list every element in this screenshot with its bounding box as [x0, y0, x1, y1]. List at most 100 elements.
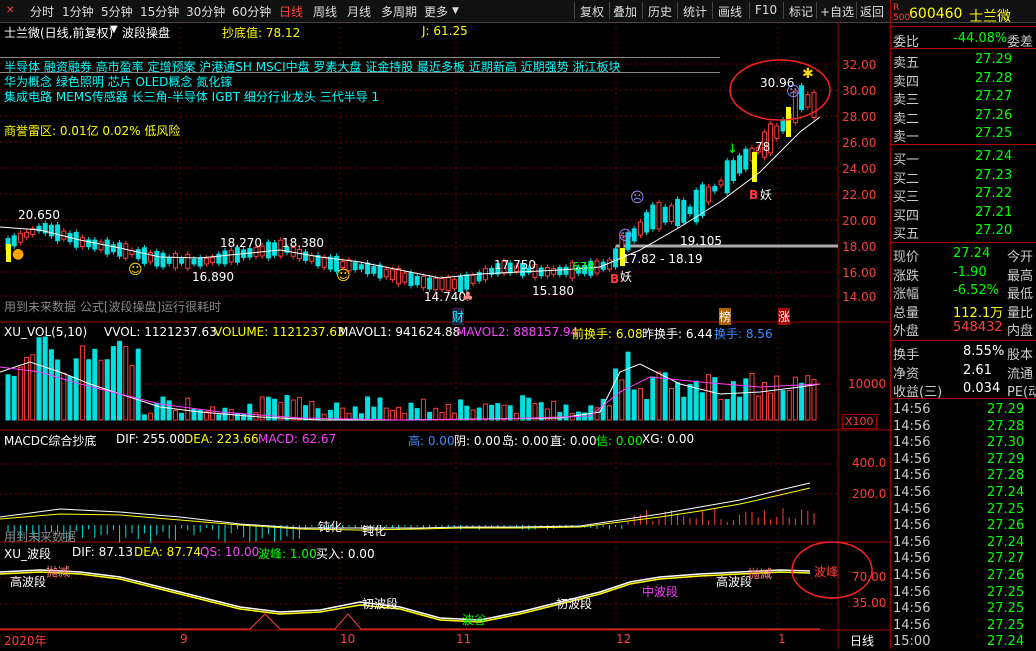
- smiley-icon-2: ☺: [336, 268, 351, 284]
- tab-mark[interactable]: 标记: [789, 3, 813, 20]
- y-tick-14: 14.00: [842, 290, 877, 304]
- face-icon: ☹: [618, 228, 633, 244]
- init-wave-label-1: 初波段: [362, 597, 399, 611]
- x-label-10: 10: [340, 632, 356, 646]
- stat-value: 2.61: [963, 362, 992, 378]
- tab-monthly[interactable]: 月线: [347, 3, 371, 20]
- tab-30min[interactable]: 30分钟: [186, 3, 225, 20]
- ask-price: 27.25: [975, 126, 1013, 142]
- ask-level-label: 卖五: [893, 56, 920, 71]
- tick-time: 14:56: [893, 601, 931, 617]
- tab-weekly[interactable]: 周线: [313, 3, 337, 20]
- volume-value: VOLUME: 1121237.63: [214, 325, 345, 339]
- tab-multi-period[interactable]: 多周期: [381, 3, 417, 20]
- apple-icon: ♣: [462, 290, 474, 305]
- tick-time: 14:56: [893, 568, 931, 583]
- kline-chart-area[interactable]: 士兰微(日线,前复权) ▼ 波段操盘 抄底值: 78.12 J: 61.25 半…: [0, 22, 890, 649]
- tab-statistics[interactable]: 统计: [683, 3, 707, 20]
- tab-fenshi[interactable]: 分时: [30, 3, 54, 20]
- macd-dif: DIF: 255.00: [116, 432, 185, 446]
- wave-title: XU_波段: [4, 547, 52, 561]
- quote-value: 548432: [953, 320, 1003, 336]
- x-label-1: 1: [778, 632, 786, 646]
- formula-dropdown-icon[interactable]: ▼: [110, 24, 118, 35]
- y-tick-22: 22.00: [842, 188, 877, 202]
- tab-fuquan[interactable]: 复权: [580, 3, 604, 20]
- price-label-678: 678: [572, 260, 595, 274]
- tab-more[interactable]: 更多: [424, 3, 448, 20]
- face-icon-3: ☹: [786, 84, 801, 100]
- bid-price: 27.21: [975, 204, 1013, 220]
- quote-value: 112.1万: [953, 305, 1004, 321]
- macd-future-warning: 用到未来数据: [4, 530, 77, 544]
- turnover: 换手: 8.56: [714, 327, 773, 341]
- y-tick-16: 16.00: [842, 266, 877, 280]
- quote-value: 27.24: [953, 246, 991, 261]
- tab-draw-line[interactable]: 画线: [718, 3, 742, 20]
- wave-dif: DIF: 87.13: [72, 545, 133, 559]
- buy-signal-b-1: B: [610, 272, 620, 286]
- star-figure-icon: ✱: [802, 66, 814, 82]
- high-wave-label-2: 高波段: [716, 575, 753, 589]
- tab-add-favorite[interactable]: +自选: [820, 3, 854, 20]
- period-label[interactable]: 日线: [850, 632, 874, 649]
- y-tick-24: 24.00: [842, 162, 877, 176]
- mid-wave-label: 中波段: [642, 585, 679, 599]
- tab-60min[interactable]: 60分钟: [232, 3, 271, 20]
- wave-dea: DEA: 87.74: [134, 545, 202, 559]
- more-chevron-icon[interactable]: ▼: [452, 6, 459, 16]
- formula-name[interactable]: 波段操盘: [122, 24, 170, 41]
- tick-time: 14:56: [893, 485, 931, 500]
- close-icon[interactable]: ✕: [6, 5, 14, 16]
- goodwill-risk: 商誉雷区: 0.01亿 0.02% 低风险: [4, 124, 181, 138]
- future-data-warning: 用到未来数据 公式[波段操盘]运行很耗时: [4, 300, 222, 314]
- tab-5min[interactable]: 5分钟: [101, 3, 133, 20]
- concept-line-3: 集成电路 MEMS传感器 长三角-半导体 IGBT 细分行业龙头 三代半导 1: [4, 90, 380, 104]
- macd-value: MACD: 62.67: [258, 432, 337, 446]
- tab-15min[interactable]: 15分钟: [140, 3, 179, 20]
- tab-back[interactable]: 返回: [860, 3, 884, 20]
- tab-history[interactable]: 历史: [648, 3, 672, 20]
- tab-overlay[interactable]: 叠加: [613, 3, 637, 20]
- stock-code: 600460: [909, 6, 963, 22]
- dunhua-label-2: 钝化: [362, 524, 387, 538]
- macd-yin: 阴: 0.00: [454, 434, 501, 448]
- tab-daily[interactable]: 日线: [279, 3, 303, 20]
- tick-price: 27.24: [987, 485, 1025, 500]
- x-label-12: 12: [616, 632, 632, 646]
- price-label-18270: 18.270: [220, 236, 262, 250]
- bid-level-label: 买四: [893, 208, 920, 224]
- wave-y-35: 35.00: [852, 596, 887, 610]
- buy-signal-b-2: B: [749, 188, 759, 202]
- yao-label-1: 妖: [620, 270, 633, 284]
- y-tick-32: 32.00: [842, 58, 877, 72]
- stat-label: 净资: [893, 366, 920, 382]
- bid-level-label: 买三: [893, 190, 920, 206]
- vvol-value: VVOL: 1121237.63: [104, 325, 217, 339]
- mavol2-value: MAVOL2: 888157.94: [456, 325, 579, 339]
- dunhua-label-1: 钝化: [318, 520, 343, 534]
- wave-y-70: 70.00: [852, 570, 887, 584]
- stat-value: 0.034: [963, 381, 1001, 397]
- yao-label-2: 妖: [760, 188, 773, 202]
- tab-1min[interactable]: 1分钟: [62, 3, 94, 20]
- ask-level-label: 卖一: [893, 130, 920, 146]
- marker-zhang: 涨: [778, 308, 791, 325]
- tick-price: 27.28: [987, 418, 1025, 434]
- ask-level-label: 卖二: [893, 111, 920, 127]
- stat-label-2: 股本: [1007, 348, 1034, 363]
- down-arrow-icon: ↓: [727, 142, 738, 157]
- quote-label: 外盘: [893, 324, 920, 340]
- stock-short-name: 士兰微: [969, 9, 1011, 25]
- tick-time: 14:56: [893, 551, 931, 567]
- tick-time: 14:56: [893, 418, 931, 434]
- quote-value: -1.90: [953, 264, 987, 280]
- x-label-2020: 2020年: [4, 634, 47, 648]
- init-wave-label-2: 初波段: [556, 597, 593, 611]
- tab-f10[interactable]: F10: [755, 3, 777, 17]
- mavol1-value: MAVOL1: 941624.88: [338, 325, 461, 339]
- y-tick-20: 20.00: [842, 214, 877, 228]
- quote-value: -6.52%: [953, 283, 999, 299]
- quote-panel: R 500 600460 士兰微 委比 -44.08% 委差 卖五 27.29 卖四 2…: [890, 0, 1036, 649]
- ask-price: 27.28: [975, 70, 1013, 86]
